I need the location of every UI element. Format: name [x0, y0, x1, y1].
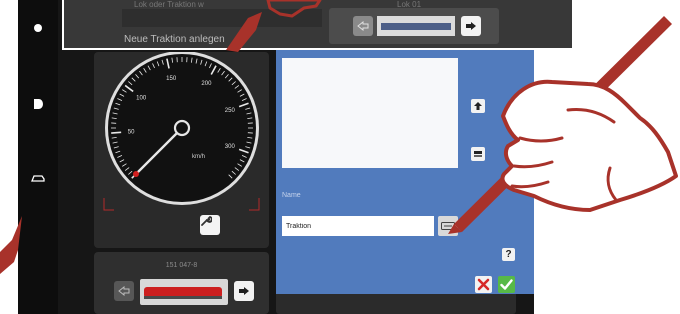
arrow-left-icon	[118, 286, 130, 296]
wrench-icon	[201, 216, 212, 226]
loco-image[interactable]	[140, 279, 228, 305]
arrow-right-icon	[466, 22, 476, 30]
loco-selector	[329, 8, 499, 44]
arrow-left-icon	[357, 21, 369, 31]
cancel-button[interactable]	[475, 276, 492, 293]
traction-preview	[282, 58, 458, 168]
upload-button[interactable]	[470, 98, 486, 114]
speedometer-panel: 50 100 150 200 250 300 km/h	[94, 52, 269, 248]
speed-unit-label: km/h	[192, 154, 205, 160]
download-button[interactable]	[470, 146, 486, 162]
prev-loco-button[interactable]	[114, 281, 134, 301]
rail-dot-icon[interactable]	[30, 20, 46, 36]
traction-name-input[interactable]	[282, 216, 434, 236]
loco-panel: 151 047-8	[94, 252, 269, 314]
corner-bracket-right	[249, 198, 260, 211]
left-nav-rail	[18, 0, 58, 314]
next-loco-button[interactable]	[234, 281, 254, 301]
keyboard-icon	[441, 222, 455, 230]
new-traction-link[interactable]: Neue Traktion anlegen	[124, 34, 225, 45]
close-icon	[477, 278, 490, 291]
rail-loco-icon[interactable]	[30, 170, 46, 186]
name-label: Name	[282, 192, 301, 199]
arrow-right-icon	[239, 287, 249, 295]
upload-icon	[471, 99, 485, 113]
speed-marker	[133, 171, 139, 177]
speedometer: 50 100 150 200 250 300 km/h	[103, 52, 260, 211]
speed-tick-label: 100	[136, 95, 147, 101]
selector-next-button[interactable]	[461, 16, 481, 36]
speed-tick-label: 200	[201, 81, 212, 87]
speed-tick	[111, 131, 122, 134]
loco-id: 151 047-8	[165, 262, 198, 269]
selector-prev-button[interactable]	[353, 16, 373, 36]
rail-half-icon[interactable]	[30, 96, 46, 112]
download-icon	[471, 147, 485, 161]
help-button[interactable]: ?	[502, 248, 515, 261]
speed-tick-label: 250	[225, 108, 236, 114]
check-icon	[500, 279, 513, 290]
dialog-heading-left: Lok oder Traktion w	[134, 0, 204, 9]
selector-loco-image[interactable]	[377, 16, 455, 36]
corner-bracket-left	[103, 198, 114, 211]
traction-editor-panel: Name ?	[276, 50, 534, 294]
speed-tick-label: 300	[225, 144, 236, 150]
keyboard-button[interactable]	[438, 216, 458, 236]
needle-hub	[173, 119, 191, 137]
speed-tick-label: 150	[166, 76, 177, 82]
wrench-settings-button[interactable]	[200, 215, 220, 235]
loco-select-dialog: Lok oder Traktion w Lok 01 Neue Traktion…	[62, 0, 574, 50]
speed-tick-label: 50	[128, 130, 135, 136]
loco-name-field[interactable]	[122, 9, 322, 27]
confirm-button[interactable]	[498, 276, 515, 293]
